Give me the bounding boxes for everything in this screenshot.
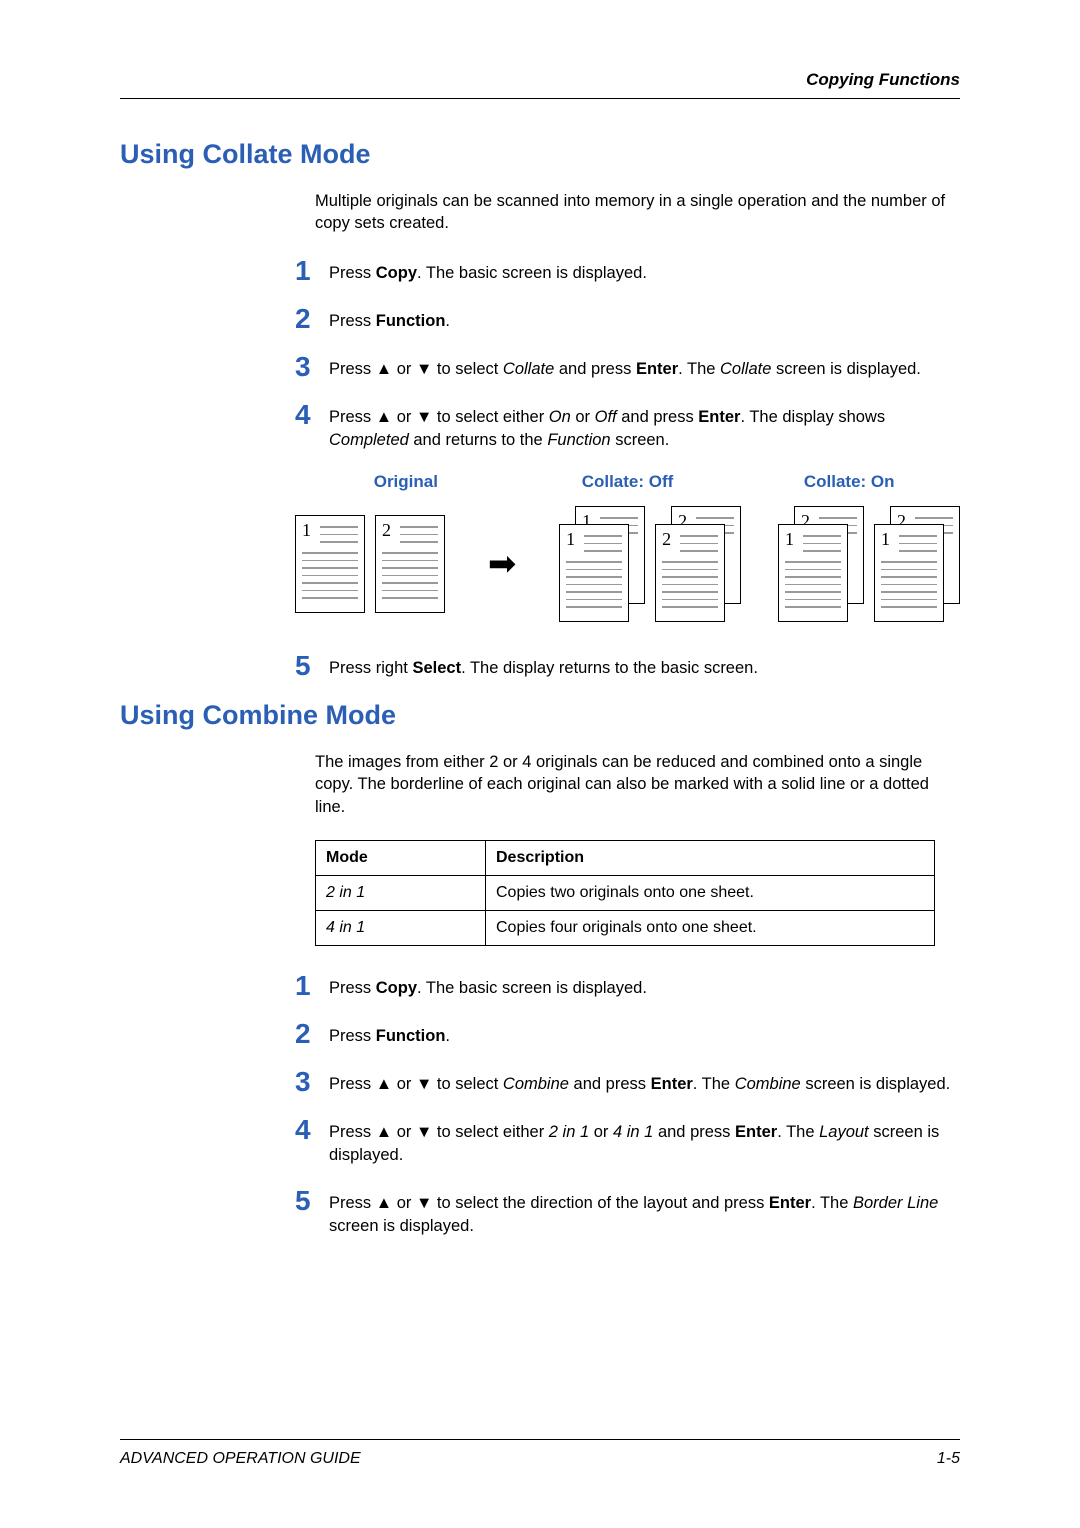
footer-page-number: 1-5 [937,1450,960,1468]
table-header-row: Mode Description [316,840,935,875]
cell-description: Copies two originals onto one sheet. [486,875,935,910]
up-triangle-icon: ▲ [376,1075,392,1093]
page-icon: 2 [375,515,445,613]
up-triangle-icon: ▲ [376,408,392,426]
step-text: Press ▲ or ▼ to select the direction of … [329,1187,960,1238]
step-number: 1 [295,972,329,1000]
down-triangle-icon: ▼ [416,1123,432,1141]
cell-mode: 2 in 1 [316,875,486,910]
page-stack-icon: 2 1 [778,506,864,622]
combine-step-1: 1 Press Copy. The basic screen is displa… [295,972,960,1000]
down-triangle-icon: ▼ [416,360,432,378]
down-triangle-icon: ▼ [416,408,432,426]
step-text: Press ▲ or ▼ to select either On or Off … [329,401,960,452]
page-stack-icon: 2 2 [655,506,741,622]
step-number: 1 [295,257,329,285]
combine-intro: The images from either 2 or 4 originals … [315,751,960,818]
combine-step-5: 5 Press ▲ or ▼ to select the direction o… [295,1187,960,1238]
collate-diagram: 1 2 ➡ 1 1 2 2 2 1 2 1 [295,506,960,622]
collate-step-5: 5 Press right Select. The display return… [295,652,960,680]
step-text: Press Copy. The basic screen is displaye… [329,257,647,285]
step-text: Press ▲ or ▼ to select Combine and press… [329,1068,950,1096]
step-number: 5 [295,1187,329,1215]
page-icon: 1 [295,515,365,613]
up-triangle-icon: ▲ [376,1123,392,1141]
step-number: 3 [295,1068,329,1096]
step-text: Press right Select. The display returns … [329,652,758,680]
diagram-original: 1 2 [295,515,445,613]
page-stack-icon: 2 1 [874,506,960,622]
step-text: Press Function. [329,1020,450,1048]
page-header: Copying Functions [120,70,960,99]
up-triangle-icon: ▲ [376,1194,392,1212]
table-row: 2 in 1 Copies two originals onto one she… [316,875,935,910]
up-triangle-icon: ▲ [376,360,392,378]
heading-combine: Using Combine Mode [120,700,960,731]
step-number: 4 [295,1116,329,1144]
collate-step-1: 1 Press Copy. The basic screen is displa… [295,257,960,285]
step-number: 5 [295,652,329,680]
combine-step-4: 4 Press ▲ or ▼ to select either 2 in 1 o… [295,1116,960,1167]
page-footer: ADVANCED OPERATION GUIDE 1-5 [120,1439,960,1468]
step-number: 3 [295,353,329,381]
footer-title: ADVANCED OPERATION GUIDE [120,1450,361,1468]
arrow-icon: ➡ [488,544,517,584]
step-text: Press ▲ or ▼ to select either 2 in 1 or … [329,1116,960,1167]
down-triangle-icon: ▼ [416,1194,432,1212]
cell-mode: 4 in 1 [316,910,486,945]
step-text: Press Function. [329,305,450,333]
th-mode: Mode [316,840,486,875]
cell-description: Copies four originals onto one sheet. [486,910,935,945]
page-stack-icon: 1 1 [559,506,645,622]
combine-step-3: 3 Press ▲ or ▼ to select Combine and pre… [295,1068,960,1096]
diagram-collate-on: 2 1 2 1 [778,506,960,622]
label-collate-on: Collate: On [738,472,960,492]
step-text: Press ▲ or ▼ to select Collate and press… [329,353,921,381]
combine-modes-table: Mode Description 2 in 1 Copies two origi… [315,840,935,946]
step-number: 4 [295,401,329,429]
collate-step-3: 3 Press ▲ or ▼ to select Collate and pre… [295,353,960,381]
down-triangle-icon: ▼ [416,1075,432,1093]
diagram-labels: Original Collate: Off Collate: On [295,472,960,492]
table-row: 4 in 1 Copies four originals onto one sh… [316,910,935,945]
label-original: Original [295,472,517,492]
collate-step-2: 2 Press Function. [295,305,960,333]
step-number: 2 [295,1020,329,1048]
step-text: Press Copy. The basic screen is displaye… [329,972,647,1000]
heading-collate: Using Collate Mode [120,139,960,170]
th-description: Description [486,840,935,875]
combine-step-2: 2 Press Function. [295,1020,960,1048]
label-collate-off: Collate: Off [517,472,739,492]
diagram-collate-off: 1 1 2 2 [559,506,741,622]
collate-intro: Multiple originals can be scanned into m… [315,190,960,235]
collate-step-4: 4 Press ▲ or ▼ to select either On or Of… [295,401,960,452]
step-number: 2 [295,305,329,333]
